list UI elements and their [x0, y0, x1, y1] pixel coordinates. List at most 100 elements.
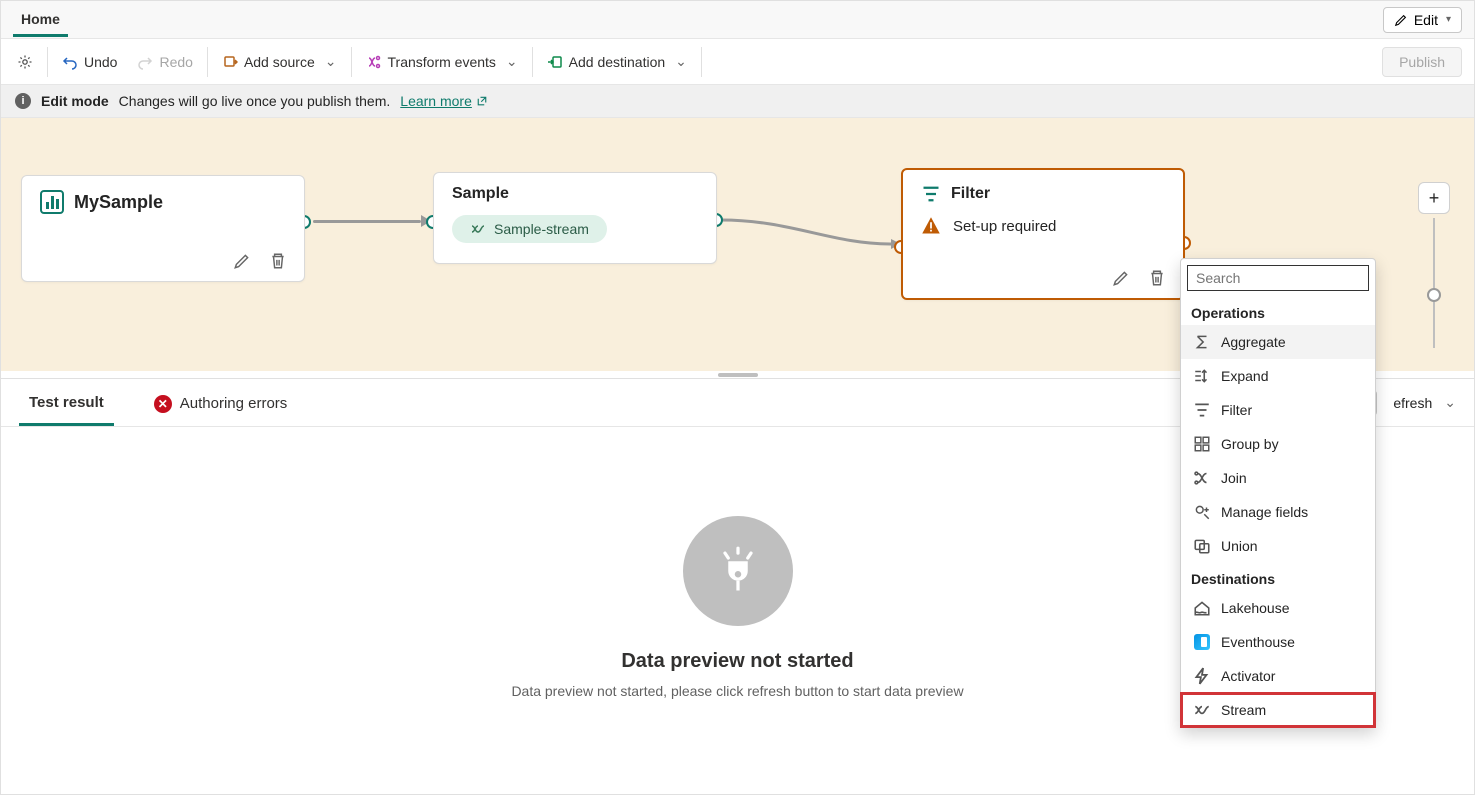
ctx-item-label: Expand	[1221, 368, 1268, 384]
sigma-icon	[1193, 333, 1211, 351]
add-source-label: Add source	[244, 54, 315, 70]
ctx-item-join[interactable]: Join	[1181, 461, 1375, 495]
tab-home[interactable]: Home	[13, 2, 68, 37]
edit-card-button[interactable]	[1107, 264, 1135, 292]
separator	[351, 47, 352, 77]
delete-card-button[interactable]	[264, 247, 292, 275]
eventhouse-icon	[1193, 633, 1211, 651]
learn-more-label: Learn more	[400, 93, 472, 109]
card-title: MySample	[74, 192, 163, 213]
join-icon	[1193, 469, 1211, 487]
ctx-item-stream[interactable]: Stream	[1181, 693, 1375, 727]
gear-icon	[17, 54, 33, 70]
zoom-slider[interactable]	[1433, 218, 1435, 348]
tab-authoring-errors[interactable]: ✕ Authoring errors	[144, 381, 298, 425]
ctx-item-managefields[interactable]: Manage fields	[1181, 495, 1375, 529]
activator-icon	[1193, 667, 1211, 685]
toolbar: Undo Redo Add source ⌄ Transform events …	[1, 39, 1474, 85]
redo-button: Redo	[127, 48, 202, 76]
ctx-item-label: Stream	[1221, 702, 1266, 718]
context-menu-search[interactable]	[1187, 265, 1369, 291]
edit-card-button[interactable]	[228, 247, 256, 275]
filter-icon	[1193, 401, 1211, 419]
ctx-item-groupby[interactable]: Group by	[1181, 427, 1375, 461]
separator	[47, 47, 48, 77]
zoom-handle[interactable]	[1427, 288, 1441, 302]
zoom-in-button[interactable]: +	[1418, 182, 1450, 214]
delete-card-button[interactable]	[1143, 264, 1171, 292]
context-menu: Operations Aggregate Expand Filter Group…	[1180, 258, 1376, 728]
ctx-item-expand[interactable]: Expand	[1181, 359, 1375, 393]
ctx-item-label: Join	[1221, 470, 1247, 486]
pencil-icon	[233, 252, 251, 270]
tab-label: Test result	[29, 394, 104, 411]
info-icon: i	[15, 93, 31, 109]
transform-label: Transform events	[388, 54, 496, 70]
add-source-button[interactable]: Add source ⌄	[212, 47, 347, 76]
ctx-item-label: Filter	[1221, 402, 1252, 418]
infobar: i Edit mode Changes will go live once yo…	[1, 85, 1474, 118]
undo-icon	[62, 54, 78, 70]
card-filter[interactable]: Filter Set-up required	[901, 168, 1185, 300]
stream-icon	[470, 221, 486, 237]
transform-icon	[366, 54, 382, 70]
separator	[532, 47, 533, 77]
chevron-down-icon: ⌄	[506, 53, 518, 70]
union-icon	[1193, 537, 1211, 555]
managefields-icon	[1193, 503, 1211, 521]
infobar-title: Edit mode	[41, 93, 109, 109]
chevron-down-icon: ⌄	[1444, 394, 1456, 411]
ctx-item-label: Aggregate	[1221, 334, 1286, 350]
ctx-item-lakehouse[interactable]: Lakehouse	[1181, 591, 1375, 625]
expand-icon	[1193, 367, 1211, 385]
tab-label: Authoring errors	[180, 395, 288, 412]
add-destination-icon	[547, 54, 563, 70]
settings-button[interactable]	[7, 48, 43, 76]
ctx-item-eventhouse[interactable]: Eventhouse	[1181, 625, 1375, 659]
add-source-icon	[222, 54, 238, 70]
add-destination-label: Add destination	[569, 54, 666, 70]
connector	[313, 220, 421, 223]
card-mysample[interactable]: MySample	[21, 175, 305, 282]
ctx-item-label: Union	[1221, 538, 1258, 554]
chart-icon	[40, 190, 64, 214]
pencil-icon	[1394, 13, 1408, 27]
chevron-down-icon: ▾	[1446, 14, 1451, 25]
refresh-button[interactable]: efresh ⌄	[1393, 394, 1456, 411]
warning-icon	[921, 216, 941, 236]
refresh-label: efresh	[1393, 395, 1432, 411]
top-nav: Home Edit ▾	[1, 1, 1474, 39]
undo-label: Undo	[84, 54, 117, 70]
ctx-item-activator[interactable]: Activator	[1181, 659, 1375, 693]
ctx-item-aggregate[interactable]: Aggregate	[1181, 325, 1375, 359]
edit-mode-button[interactable]: Edit ▾	[1383, 7, 1462, 33]
ctx-item-label: Activator	[1221, 668, 1275, 684]
zoom-control: +	[1418, 182, 1450, 348]
external-link-icon	[476, 95, 488, 107]
add-destination-button[interactable]: Add destination ⌄	[537, 47, 697, 76]
tab-test-result[interactable]: Test result	[19, 380, 114, 426]
undo-button[interactable]: Undo	[52, 48, 127, 76]
separator	[207, 47, 208, 77]
chevron-down-icon: ⌄	[675, 53, 687, 70]
redo-label: Redo	[159, 54, 192, 70]
publish-button: Publish	[1382, 47, 1462, 77]
card-title: Sample	[452, 185, 509, 203]
learn-more-link[interactable]: Learn more	[400, 93, 488, 109]
ctx-item-filter[interactable]: Filter	[1181, 393, 1375, 427]
card-title: Filter	[951, 185, 990, 203]
lakehouse-icon	[1193, 599, 1211, 617]
transform-events-button[interactable]: Transform events ⌄	[356, 47, 528, 76]
ctx-item-label: Lakehouse	[1221, 600, 1290, 616]
ctx-item-label: Manage fields	[1221, 504, 1308, 520]
setup-required-label: Set-up required	[953, 218, 1056, 235]
ctx-heading-destinations: Destinations	[1181, 563, 1375, 591]
ctx-item-union[interactable]: Union	[1181, 529, 1375, 563]
separator	[701, 47, 702, 77]
chevron-down-icon: ⌄	[325, 53, 337, 70]
chip-label: Sample-stream	[494, 221, 589, 237]
redo-icon	[137, 54, 153, 70]
groupby-icon	[1193, 435, 1211, 453]
stream-chip[interactable]: Sample-stream	[452, 215, 607, 243]
card-sample[interactable]: Sample Sample-stream	[433, 172, 717, 264]
